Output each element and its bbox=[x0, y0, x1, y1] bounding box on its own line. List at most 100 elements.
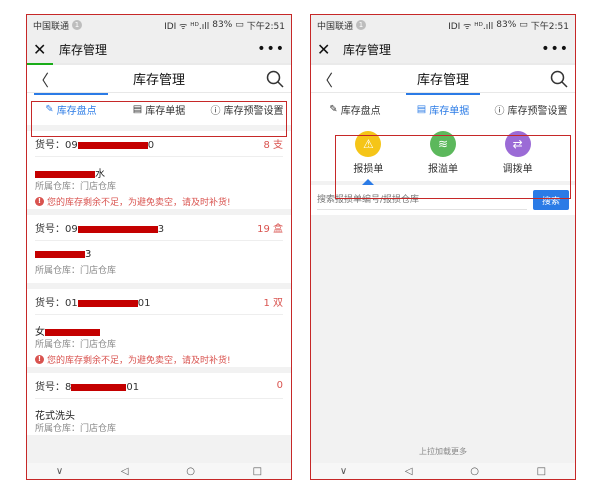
list-item[interactable]: 货号：09 3 19 盒 3 所属仓库：门店仓库 bbox=[27, 215, 291, 283]
item-code: 货号：8 01 bbox=[35, 382, 140, 393]
tab-stock-alert-settings[interactable]: ⓘ 库存预警设置 bbox=[487, 93, 575, 125]
notification-badge: 1 bbox=[356, 20, 367, 30]
system-nav-bar: ∨ ◁ ○ □ bbox=[27, 463, 291, 479]
close-icon[interactable]: ✕ bbox=[317, 40, 337, 59]
signal-icon: ⅠDI ᯤ ᴴᴰ.ıll bbox=[164, 21, 210, 32]
webview-titlebar: ✕ 库存管理 ••• bbox=[27, 35, 291, 63]
carrier-label: 中国联通 bbox=[33, 21, 70, 32]
document-type-actions: ⚠ 报损单 ≋ 报溢单 ⇄ 调拨单 bbox=[311, 125, 575, 185]
report-overflow-button[interactable]: ≋ 报溢单 bbox=[428, 131, 458, 175]
help-circle-icon: ⓘ bbox=[210, 105, 221, 117]
phone-left-screen: 中国联通 1 ⅠDI ᯤ ᴴᴰ.ıll 83% ▭ 下午2:51 ✕ 库存管理 … bbox=[26, 14, 292, 480]
page-title: 库存管理 bbox=[132, 73, 185, 88]
tab-label: 库存单据 bbox=[145, 105, 186, 117]
page-title: 库存管理 bbox=[416, 73, 469, 88]
item-name: 花式洗头 bbox=[35, 411, 75, 422]
search-icon[interactable] bbox=[549, 69, 569, 89]
page-header: 〈 库存管理 bbox=[27, 65, 291, 93]
low-stock-warning: ! 您的库存剩余不足，为避免卖空，请及时补货! bbox=[35, 193, 283, 209]
document-search-bar: 搜索 bbox=[311, 185, 575, 215]
search-button[interactable]: 搜索 bbox=[533, 190, 569, 210]
nav-recent-icon[interactable]: □ bbox=[537, 466, 546, 477]
page-header: 〈 库存管理 bbox=[311, 65, 575, 93]
item-name: 女 bbox=[35, 315, 283, 338]
nav-down-icon[interactable]: ∨ bbox=[340, 466, 347, 477]
tab-bar: ✎ 库存盘点 ▤ 库存单据 ⓘ 库存预警设置 bbox=[27, 93, 291, 125]
item-quantity: 8 支 bbox=[263, 140, 283, 151]
transfer-icon: ⇄ bbox=[504, 131, 531, 157]
item-name: 水 bbox=[35, 157, 283, 180]
report-loss-button[interactable]: ⚠ 报损单 bbox=[353, 131, 383, 185]
tab-label: 库存盘点 bbox=[56, 105, 97, 117]
item-code: 货号：01 01 bbox=[35, 298, 151, 309]
action-label: 报溢单 bbox=[427, 164, 458, 175]
low-stock-warning: ! 您的库存剩余不足，为避免卖空，请及时补货! bbox=[35, 351, 283, 367]
item-quantity: 1 双 bbox=[263, 298, 283, 309]
loading-progress bbox=[27, 63, 291, 65]
webview-titlebar: ✕ 库存管理 ••• bbox=[311, 35, 575, 63]
action-label: 调拨单 bbox=[502, 164, 533, 175]
tab-stock-documents[interactable]: ▤ 库存单据 bbox=[115, 93, 203, 125]
transfer-button[interactable]: ⇄ 调拨单 bbox=[503, 131, 533, 175]
webview-title: 库存管理 bbox=[343, 42, 392, 57]
webview-title: 库存管理 bbox=[59, 42, 108, 57]
item-warehouse: 所属仓库：门店仓库 bbox=[35, 182, 117, 192]
item-code: 货号：09 3 bbox=[35, 224, 165, 235]
item-warehouse: 所属仓库：门店仓库 bbox=[35, 266, 117, 276]
tab-label: 库存预警设置 bbox=[507, 105, 568, 117]
report-overflow-icon: ≋ bbox=[429, 131, 456, 157]
search-input[interactable] bbox=[317, 190, 527, 210]
notification-badge: 1 bbox=[72, 20, 83, 30]
back-icon[interactable]: 〈 bbox=[33, 67, 53, 91]
back-icon[interactable]: 〈 bbox=[317, 67, 337, 91]
tab-stock-alert-settings[interactable]: ⓘ 库存预警设置 bbox=[203, 93, 291, 125]
item-quantity: 19 盒 bbox=[257, 224, 283, 235]
search-icon[interactable] bbox=[265, 69, 285, 89]
nav-down-icon[interactable]: ∨ bbox=[56, 466, 63, 477]
tab-bar: ✎ 库存盘点 ▤ 库存单据 ⓘ 库存预警设置 bbox=[311, 93, 575, 125]
tab-stock-count[interactable]: ✎ 库存盘点 bbox=[27, 93, 115, 125]
nav-home-icon[interactable]: ○ bbox=[470, 466, 479, 477]
nav-home-icon[interactable]: ○ bbox=[186, 466, 195, 477]
list-item[interactable]: 货号：09 0 8 支 水 所属仓库：门店仓库 ! 您的库存剩余不足，为避免卖空，… bbox=[27, 131, 291, 209]
warning-icon: ! bbox=[35, 196, 44, 206]
battery-label: 83% bbox=[212, 20, 233, 30]
item-quantity: 0 bbox=[276, 380, 283, 391]
battery-icon: ▭ bbox=[235, 20, 244, 30]
loading-progress bbox=[311, 63, 575, 65]
more-options-icon[interactable]: ••• bbox=[257, 41, 285, 57]
system-nav-bar: ∨ ◁ ○ □ bbox=[311, 463, 575, 479]
active-caret-icon bbox=[362, 179, 375, 185]
list-item[interactable]: 货号：01 01 1 双 女 所属仓库：门店仓库 ! 您的库存剩余不足，为避免卖空… bbox=[27, 289, 291, 367]
status-bar: 中国联通 1 ⅠDI ᯤ ᴴᴰ.ıll 83% ▭ 下午2:51 bbox=[311, 15, 575, 35]
phone-right-screen: 中国联通 1 ⅠDI ᯤ ᴴᴰ.ıll 83% ▭ 下午2:51 ✕ 库存管理 … bbox=[310, 14, 576, 480]
tab-stock-count[interactable]: ✎ 库存盘点 bbox=[311, 93, 399, 125]
list-item[interactable]: 货号：8 01 0 花式洗头 所属仓库：门店仓库 bbox=[27, 373, 291, 435]
more-options-icon[interactable]: ••• bbox=[541, 41, 569, 57]
battery-icon: ▭ bbox=[519, 20, 528, 30]
tab-label: 库存预警设置 bbox=[223, 105, 284, 117]
tab-label: 库存盘点 bbox=[340, 105, 381, 117]
stock-list: 货号：09 0 8 支 水 所属仓库：门店仓库 ! 您的库存剩余不足，为避免卖空，… bbox=[27, 131, 291, 435]
item-code: 货号：09 0 bbox=[35, 140, 155, 151]
report-loss-icon: ⚠ bbox=[355, 131, 382, 157]
time-label: 下午2:51 bbox=[246, 21, 285, 32]
battery-label: 83% bbox=[496, 20, 517, 30]
tab-stock-documents[interactable]: ▤ 库存单据 bbox=[399, 93, 487, 125]
nav-back-icon[interactable]: ◁ bbox=[121, 466, 129, 477]
signal-icon: ⅠDI ᯤ ᴴᴰ.ıll bbox=[448, 21, 494, 32]
nav-recent-icon[interactable]: □ bbox=[253, 466, 262, 477]
warning-icon: ! bbox=[35, 354, 44, 364]
edit-icon: ✎ bbox=[45, 103, 54, 115]
close-icon[interactable]: ✕ bbox=[33, 40, 53, 59]
nav-back-icon[interactable]: ◁ bbox=[405, 466, 413, 477]
document-icon: ▤ bbox=[416, 103, 427, 115]
time-label: 下午2:51 bbox=[530, 21, 569, 32]
item-name: 3 bbox=[35, 241, 283, 263]
document-icon: ▤ bbox=[132, 103, 143, 115]
pull-to-load-more: 上拉加载更多 bbox=[419, 447, 467, 456]
item-warehouse: 所属仓库：门店仓库 bbox=[35, 340, 117, 350]
item-warehouse: 所属仓库：门店仓库 bbox=[35, 424, 117, 434]
carrier-label: 中国联通 bbox=[317, 21, 354, 32]
status-bar: 中国联通 1 ⅠDI ᯤ ᴴᴰ.ıll 83% ▭ 下午2:51 bbox=[27, 15, 291, 35]
